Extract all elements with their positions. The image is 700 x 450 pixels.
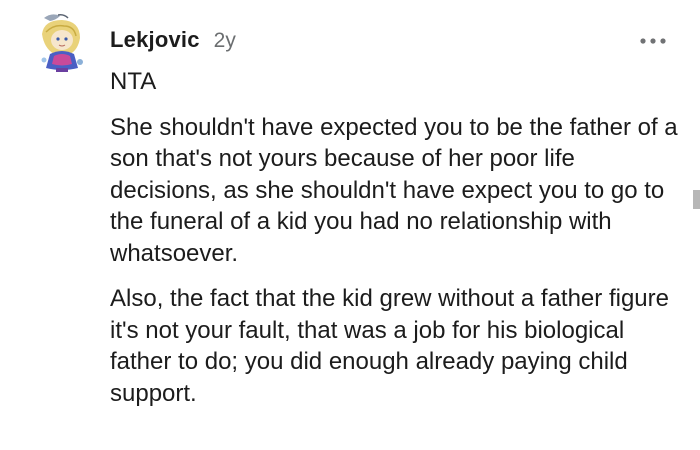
more-options-icon[interactable] — [638, 33, 668, 49]
avatar[interactable] — [34, 12, 90, 74]
comment-paragraph: She shouldn't have expected you to be th… — [110, 113, 678, 267]
comment-paragraph: Also, the fact that the kid grew without… — [110, 285, 669, 407]
comment: Lekjovic 2y NTA She shouldn't have expec… — [0, 0, 700, 450]
timestamp: 2y — [213, 29, 236, 52]
avatar-figure-icon — [41, 14, 83, 72]
comment-header: Lekjovic 2y — [110, 27, 236, 57]
comment-body: NTA She shouldn't have expected you to b… — [110, 66, 680, 423]
username[interactable]: Lekjovic — [110, 27, 200, 53]
scrollbar-thumb[interactable] — [693, 190, 700, 209]
comment-paragraph: NTA — [110, 68, 157, 95]
